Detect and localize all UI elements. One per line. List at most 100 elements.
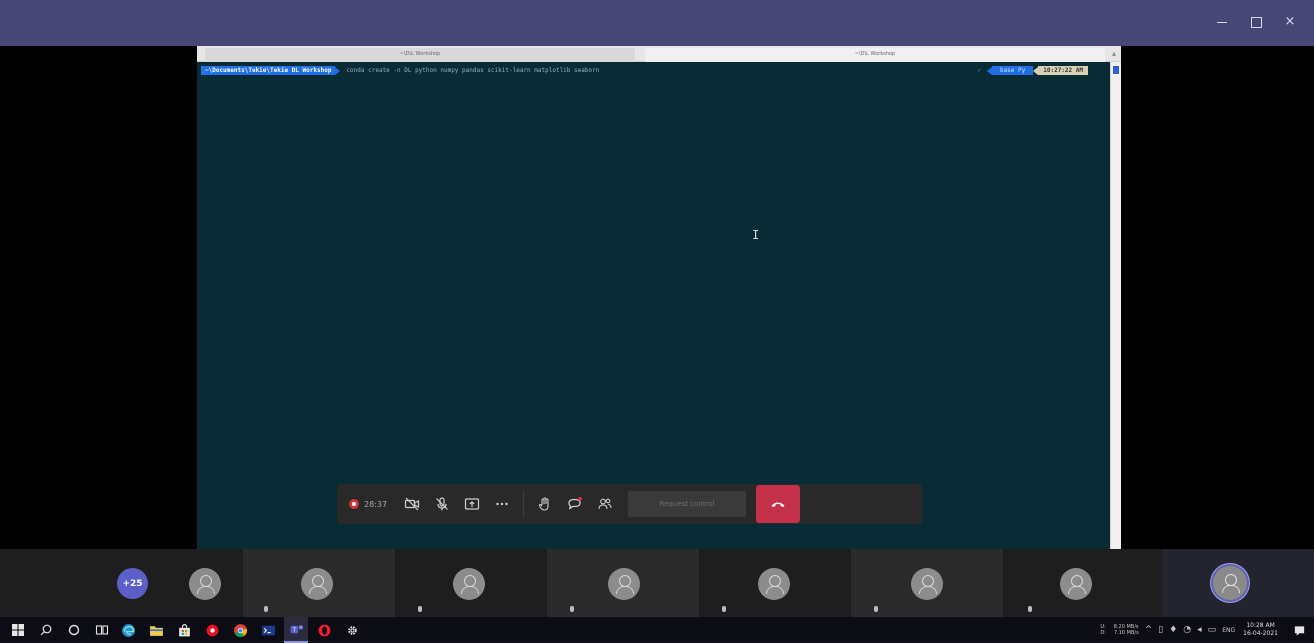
taskbar-settings-app[interactable] (340, 617, 364, 643)
prompt-path: ~\Documents\Tekie\Tekie DL Workshop (201, 66, 336, 75)
edge-icon (121, 623, 135, 637)
meeting-stage: ~\D\L Workshop ~\D\L Workshop ▴ ~\Docume… (0, 46, 1314, 549)
terminal-scrollbar[interactable] (1110, 62, 1121, 549)
participants-button[interactable] (590, 484, 620, 524)
taskbar-teams-app[interactable]: T (284, 617, 308, 643)
camera-off-icon (404, 497, 420, 511)
status-check-icon: ✓ (977, 67, 981, 74)
folder-icon (149, 625, 163, 636)
network-speed-meter: U: 8.20 MB/s D: 7.10 MB/s (1100, 624, 1138, 636)
terminal-tab-2[interactable]: ~\D\L Workshop (645, 48, 1105, 62)
notification-icon (1294, 625, 1304, 636)
meeting-timer: 28:37 (364, 499, 388, 509)
download-label: D: (1100, 630, 1106, 636)
scroll-up-icon[interactable]: ▴ (1109, 48, 1119, 60)
participant-avatar (1060, 568, 1092, 600)
input-language[interactable]: ENG (1222, 627, 1235, 634)
text-cursor-icon: I (752, 228, 760, 242)
scrollbar-thumb[interactable] (1113, 66, 1119, 74)
share-screen-button[interactable] (457, 484, 487, 524)
env-segment: base Py (991, 66, 1034, 75)
mic-muted-icon (417, 606, 423, 614)
windows-taskbar: T U: 8.20 MB/s D: 7.10 MB/s ^ ▯ ♦ ◔ ◂ ▭ EN… (0, 617, 1314, 643)
recording-icon (349, 499, 359, 509)
microphone-icon[interactable]: ♦ (1169, 625, 1177, 635)
volume-icon[interactable]: ◂ (1197, 625, 1202, 635)
raise-hand-button[interactable] (530, 484, 560, 524)
maximize-button[interactable] (1248, 14, 1264, 30)
red-circle-app-icon (206, 624, 218, 636)
opera-icon (318, 624, 330, 636)
participant-tile[interactable] (243, 549, 395, 617)
chrome-icon (233, 623, 247, 637)
right-prompt: ✓ base Py 10:27:22 AM (977, 66, 1088, 75)
hang-up-button[interactable] (756, 485, 801, 523)
participant-tile[interactable] (547, 549, 699, 617)
participant-avatar (758, 568, 790, 600)
camera-off-button[interactable] (397, 484, 427, 524)
terminal-tab-bar: ~\D\L Workshop ~\D\L Workshop ▴ (197, 46, 1121, 62)
store-bag-icon (178, 623, 190, 636)
participant-avatar (301, 568, 333, 600)
taskbar-opera-app[interactable] (312, 617, 336, 643)
taskbar-media-app[interactable] (200, 617, 224, 643)
cortana-button[interactable] (64, 620, 84, 640)
show-hidden-icons-icon[interactable]: ^ (1145, 625, 1153, 635)
more-options-button[interactable] (487, 484, 517, 524)
teams-title-bar: × (0, 0, 1314, 46)
command-line: ~\Documents\Tekie\Tekie DL Workshop cond… (201, 66, 599, 75)
keyboard-icon[interactable]: ▭ (1208, 625, 1217, 635)
more-options-icon (496, 502, 508, 506)
task-view-icon (95, 625, 109, 635)
taskbar-file-explorer-app[interactable] (144, 617, 168, 643)
participant-tile[interactable] (699, 549, 851, 617)
clock-date: 16-04-2021 (1243, 630, 1278, 637)
taskbar-terminal-app[interactable] (256, 617, 280, 643)
cortana-icon (68, 624, 80, 636)
terminal-body[interactable]: ~\Documents\Tekie\Tekie DL Workshop cond… (197, 62, 1110, 549)
raise-hand-icon (538, 497, 549, 511)
chat-icon (568, 497, 583, 510)
minimize-button[interactable] (1214, 14, 1230, 30)
taskbar-edge-app[interactable] (116, 617, 140, 643)
prompt-time: 10:27:22 AM (1038, 66, 1088, 75)
participant-avatar (608, 568, 640, 600)
task-view-button[interactable] (92, 620, 112, 640)
gear-icon (347, 625, 357, 635)
participant-tile[interactable] (395, 549, 547, 617)
search-button[interactable] (36, 620, 56, 640)
start-button[interactable] (8, 620, 28, 640)
request-control-button[interactable]: Request control (628, 491, 747, 517)
mic-off-button[interactable] (427, 484, 457, 524)
download-speed: 7.10 MB/s (1113, 630, 1139, 636)
clock-time: 10:28 AM (1246, 622, 1275, 629)
mic-muted-icon (721, 606, 727, 614)
close-button[interactable]: × (1282, 14, 1298, 30)
taskbar-store-app[interactable] (172, 617, 196, 643)
chat-button[interactable] (560, 484, 590, 524)
participant-tile[interactable] (851, 549, 1003, 617)
wifi-icon[interactable]: ◔ (1183, 625, 1191, 635)
battery-icon[interactable]: ▯ (1158, 625, 1163, 635)
control-bar-divider (523, 490, 525, 518)
mic-off-icon (436, 497, 448, 511)
terminal-tab-1[interactable]: ~\D\L Workshop (205, 48, 635, 62)
mic-muted-icon (263, 606, 269, 614)
meeting-control-bar: 28:37 Request control (337, 484, 922, 524)
share-screen-icon (464, 498, 480, 510)
self-avatar (1213, 566, 1247, 600)
taskbar-chrome-app[interactable] (228, 617, 252, 643)
participant-tile[interactable] (1003, 549, 1162, 617)
overflow-participants-badge[interactable]: +25 (117, 568, 148, 599)
system-clock[interactable]: 10:28 AM 16-04-2021 (1243, 622, 1278, 638)
teams-icon: T (290, 624, 303, 633)
action-center-button[interactable] (1288, 617, 1310, 643)
participant-tile-group[interactable]: +25 (0, 549, 243, 617)
svg-text:T: T (291, 627, 296, 633)
command-text: conda create -n DL python numpy pandas s… (346, 67, 600, 74)
terminal-icon (261, 625, 275, 635)
participant-avatar (453, 568, 485, 600)
participant-avatar (911, 568, 943, 600)
hang-up-icon (771, 502, 785, 507)
self-view-tile[interactable] (1162, 549, 1314, 617)
